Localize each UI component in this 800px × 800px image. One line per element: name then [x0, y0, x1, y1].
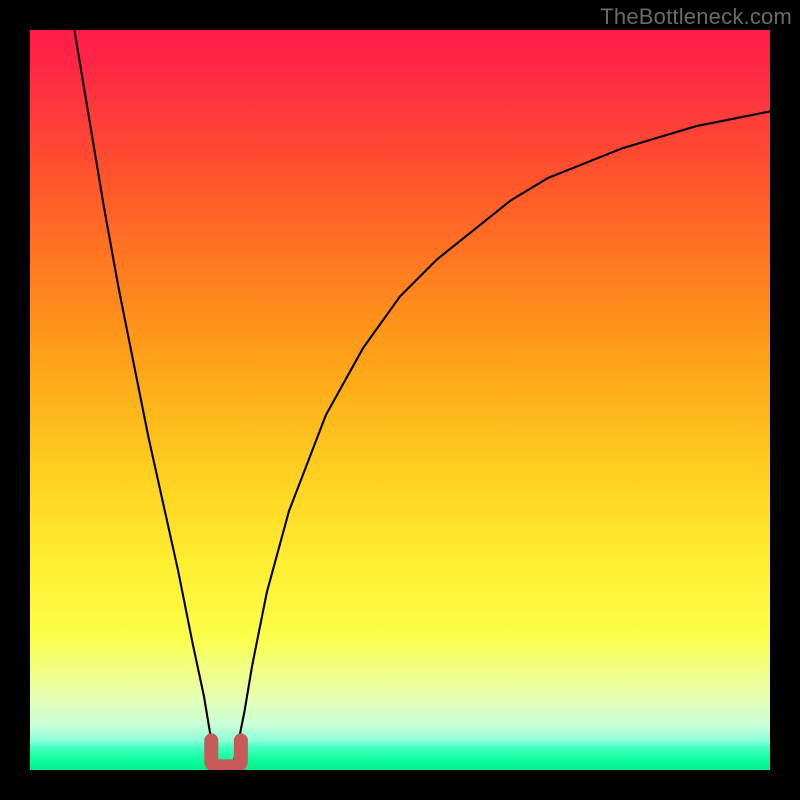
chart-svg: [30, 30, 770, 770]
bottleneck-marker: [211, 740, 241, 766]
plot-area: [30, 30, 770, 770]
chart-frame: TheBottleneck.com: [0, 0, 800, 800]
curve-right-branch: [234, 111, 771, 762]
watermark-text: TheBottleneck.com: [600, 4, 792, 30]
curve-left-branch: [74, 30, 218, 763]
